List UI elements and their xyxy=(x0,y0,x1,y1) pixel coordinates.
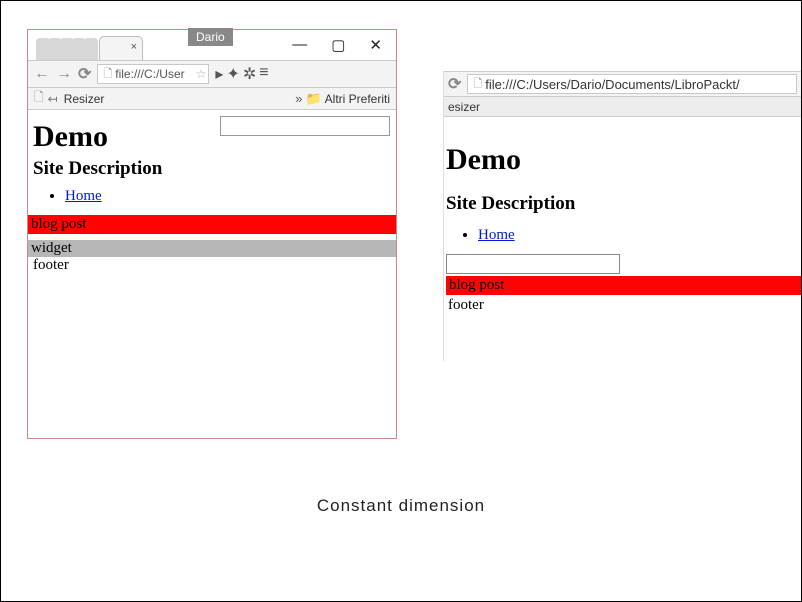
footer-section: footer xyxy=(33,257,391,274)
active-tab[interactable]: × xyxy=(99,36,143,60)
tab-tooltip: Dario xyxy=(188,28,233,46)
page-icon: 🗋 xyxy=(34,88,44,109)
tab-strip: × xyxy=(28,36,143,60)
close-tab-icon[interactable]: × xyxy=(131,41,137,53)
page-subtitle: Site Description xyxy=(33,158,391,180)
page-title: Demo xyxy=(446,143,801,177)
nav-link-home[interactable]: Home xyxy=(478,227,515,243)
browser-toolbar: ⟳ 🗋 file:///C:/Users/Dario/Documents/Lib… xyxy=(444,71,801,97)
bookmarks-bar: 🗋 ↤ Resizer » 📁 Altri Preferiti xyxy=(28,88,396,110)
bookmark-resizer[interactable]: Resizer xyxy=(64,92,105,106)
file-icon: 🗋 xyxy=(103,65,112,84)
file-icon: 🗋 xyxy=(473,75,482,94)
anchor-icon: ↤ xyxy=(48,92,58,106)
background-tab[interactable] xyxy=(84,38,98,60)
dropdown-icon[interactable]: ▸ xyxy=(215,64,223,84)
extensions-icon[interactable]: ✦ xyxy=(226,64,239,84)
reload-button[interactable]: ⟳ xyxy=(78,64,91,84)
page-content-left: Demo Site Description Home blog post wid… xyxy=(28,110,396,274)
browser-toolbar: ← → ⟳ 🗋 file:///C:/User ☆ ▸ ✦ ✲ ≡ xyxy=(28,60,396,88)
browser-window-right: ⟳ 🗋 file:///C:/Users/Dario/Documents/Lib… xyxy=(443,71,801,361)
folder-icon: 📁 xyxy=(305,91,321,107)
nav-list: Home xyxy=(446,227,801,244)
menu-icon[interactable]: ≡ xyxy=(259,64,268,84)
search-input[interactable] xyxy=(446,254,620,274)
window-titlebar[interactable]: × Dario — ▢ ✕ xyxy=(28,30,396,60)
minimize-button[interactable]: — xyxy=(292,36,307,54)
window-controls: — ▢ ✕ xyxy=(278,30,396,60)
widget-section: widget xyxy=(28,240,396,257)
address-bar[interactable]: 🗋 file:///C:/User ☆ xyxy=(97,64,209,84)
maximize-button[interactable]: ▢ xyxy=(331,36,345,54)
settings-gear-icon[interactable]: ✲ xyxy=(243,64,256,84)
back-button[interactable]: ← xyxy=(34,65,50,83)
blog-post-section: blog post xyxy=(446,276,801,295)
overflow-chevron-icon[interactable]: » xyxy=(295,91,302,106)
nav-list: Home xyxy=(33,188,391,205)
bookmark-star-icon[interactable]: ☆ xyxy=(196,67,207,81)
page-subtitle: Site Description xyxy=(446,193,801,215)
reload-button[interactable]: ⟳ xyxy=(448,74,461,94)
search-input[interactable] xyxy=(220,116,390,136)
nav-link-home[interactable]: Home xyxy=(65,188,102,204)
page-content-right: Demo Site Description Home blog post foo… xyxy=(444,117,801,314)
blog-post-section: blog post xyxy=(28,215,396,234)
bookmarks-bar: esizer xyxy=(444,97,801,117)
forward-button[interactable]: → xyxy=(56,65,72,83)
figure-caption: Constant dimension xyxy=(1,496,801,516)
browser-window-left: × Dario — ▢ ✕ ← → ⟳ 🗋 file:///C:/User ☆ … xyxy=(27,29,397,439)
url-text: file:///C:/Users/Dario/Documents/LibroPa… xyxy=(485,77,739,92)
footer-section: footer xyxy=(446,297,801,314)
address-bar[interactable]: 🗋 file:///C:/Users/Dario/Documents/Libro… xyxy=(467,74,797,94)
list-item: Home xyxy=(65,188,391,205)
bookmark-folder-altri[interactable]: Altri Preferiti xyxy=(325,92,390,106)
extension-icons: ▸ ✦ ✲ ≡ xyxy=(215,64,268,84)
list-item: Home xyxy=(478,227,801,244)
bookmark-fragment[interactable]: esizer xyxy=(448,100,480,114)
url-text: file:///C:/User xyxy=(115,67,184,81)
close-window-button[interactable]: ✕ xyxy=(369,36,382,54)
